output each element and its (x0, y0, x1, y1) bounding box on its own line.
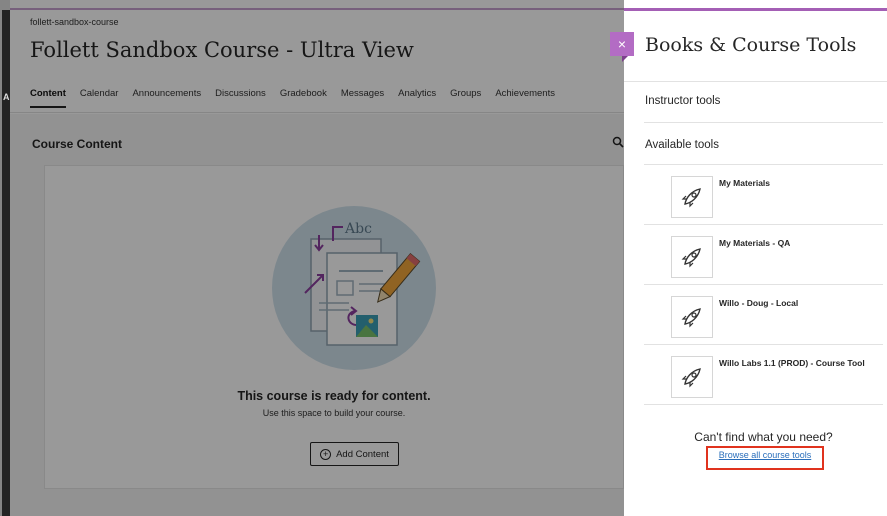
tool-item-willo-doug-local[interactable]: Willo - Doug - Local (644, 285, 883, 345)
tool-name: Willo Labs 1.1 (PROD) - Course Tool (719, 358, 865, 368)
tool-item-willo-labs-prod[interactable]: Willo Labs 1.1 (PROD) - Course Tool (644, 345, 883, 405)
rocket-icon (671, 176, 713, 218)
panel-top-accent (624, 8, 887, 11)
instructor-tools-label[interactable]: Instructor tools (645, 95, 720, 107)
tool-name: Willo - Doug - Local (719, 298, 799, 308)
tool-name: My Materials - QA (719, 238, 791, 248)
tool-item-my-materials[interactable]: My Materials (644, 165, 883, 225)
available-tools-label: Available tools (645, 139, 719, 151)
modal-backdrop[interactable] (0, 0, 624, 516)
rocket-icon (671, 296, 713, 338)
rocket-icon (671, 236, 713, 278)
panel-title: Books & Course Tools (645, 34, 857, 56)
tool-name: My Materials (719, 178, 771, 188)
close-panel-button[interactable]: × (610, 32, 634, 56)
browse-all-tools-link[interactable]: Browse all course tools (706, 450, 824, 460)
rocket-icon (671, 356, 713, 398)
close-icon: × (617, 36, 627, 52)
section-divider (644, 122, 883, 123)
cant-find-text: Can't find what you need? (694, 430, 833, 444)
close-button-tail (622, 56, 628, 62)
panel-divider (624, 81, 887, 82)
tool-item-my-materials-qa[interactable]: My Materials - QA (644, 225, 883, 285)
edge-letter: A (3, 92, 10, 102)
